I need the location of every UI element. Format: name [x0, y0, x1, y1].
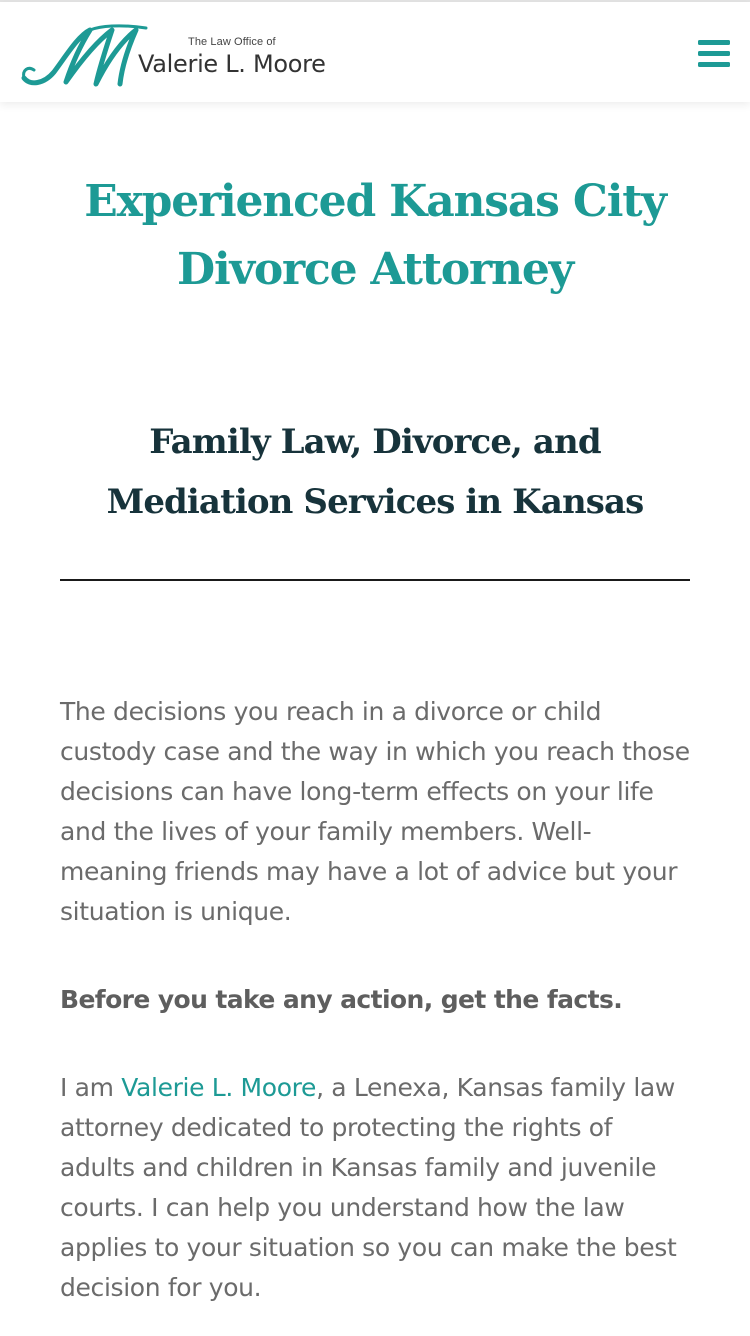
site-header: The Law Office of Valerie L. Moore	[0, 2, 750, 102]
logo-name: Valerie L. Moore	[138, 50, 326, 78]
about-suffix: , a Lenexa, Kansas family law attorney d…	[60, 1073, 677, 1302]
logo-tagline: The Law Office of	[188, 36, 276, 48]
menu-button[interactable]	[690, 32, 738, 76]
section-heading: Family Law, Divorce, and Mediation Servi…	[106, 422, 645, 522]
emphasis-paragraph: Before you take any action, get the fact…	[60, 985, 623, 1014]
about-paragraph: I am Valerie L. Moore, a Lenexa, Kansas …	[60, 1068, 690, 1308]
about-prefix: I am	[60, 1073, 122, 1102]
attorney-name-link[interactable]: Valerie L. Moore	[121, 1073, 316, 1102]
script-m-monogram-icon	[21, 24, 148, 87]
intro-paragraph: The decisions you reach in a divorce or …	[60, 697, 690, 926]
hamburger-menu-icon	[698, 40, 730, 67]
page-title: Experienced Kansas City Divorce Attorney	[84, 176, 667, 295]
section-divider	[60, 579, 690, 581]
site-logo[interactable]: The Law Office of Valerie L. Moore	[20, 22, 340, 90]
